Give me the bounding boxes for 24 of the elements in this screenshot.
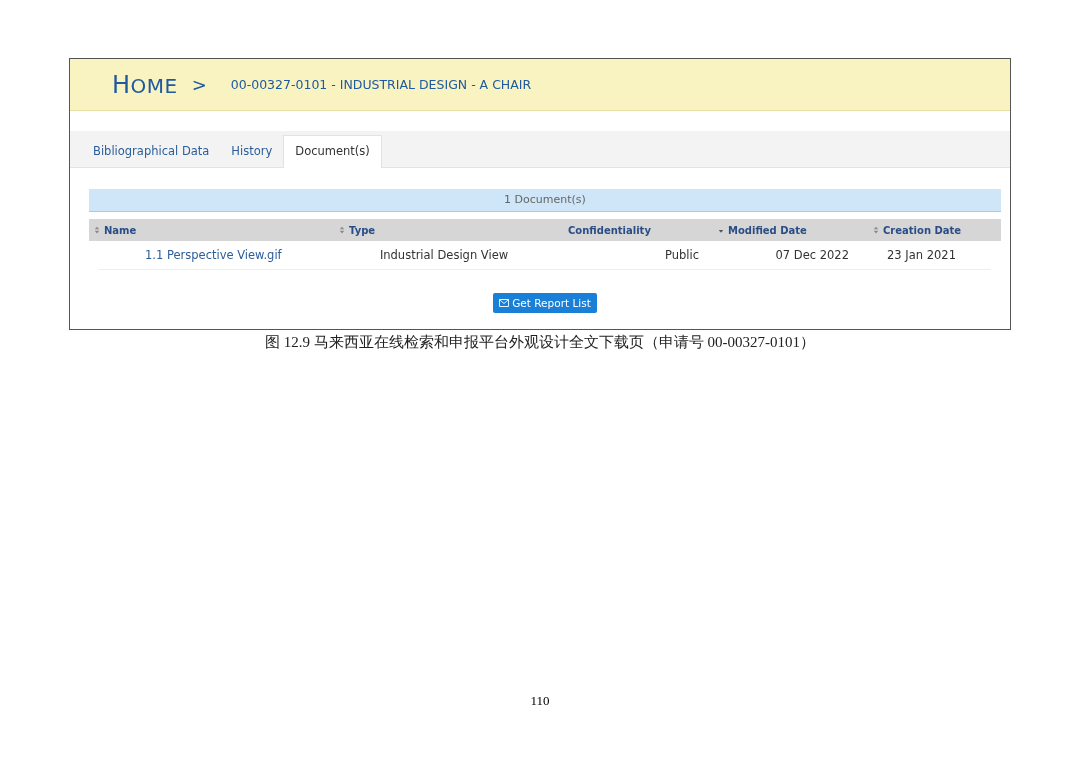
home-link[interactable]: HOME: [112, 70, 178, 99]
envelope-icon: [499, 299, 510, 307]
column-header[interactable]: Type: [349, 224, 376, 236]
column-header[interactable]: Creation Date: [883, 224, 962, 236]
page-number: 110: [530, 693, 550, 709]
figure-caption: 图 12.9 马来西亚在线检索和申报平台外观设计全文下载页（申请号 00-00327-0101）: [265, 333, 815, 352]
tab[interactable]: History: [220, 136, 284, 167]
tab[interactable]: Document(s): [283, 135, 382, 168]
table-cell: 07 Dec 2022: [775, 248, 849, 262]
sort-icon[interactable]: [873, 226, 879, 234]
table-cell: Industrial Design View: [379, 248, 509, 262]
table-cell: 23 Jan 2021: [887, 248, 956, 262]
column-header[interactable]: Confidentiality: [568, 224, 651, 236]
file-link[interactable]: 1.1 Perspective View.gif: [145, 248, 282, 262]
table-cell: Public: [664, 248, 699, 262]
column-header[interactable]: Name: [104, 224, 137, 236]
tab[interactable]: Bibliographical Data: [82, 136, 221, 167]
document-count-bar: 1 Document(s): [89, 189, 1001, 212]
breadcrumb-separator: >: [191, 74, 207, 95]
column-header[interactable]: Modified Date: [728, 224, 807, 236]
sort-icon[interactable]: [339, 226, 345, 234]
sort-icon[interactable]: [94, 226, 100, 234]
record-title: 00-00327-0101 - INDUSTRIAL DESIGN - A CHAIR: [230, 77, 532, 92]
get-report-list-button[interactable]: Get Report List: [493, 293, 597, 313]
